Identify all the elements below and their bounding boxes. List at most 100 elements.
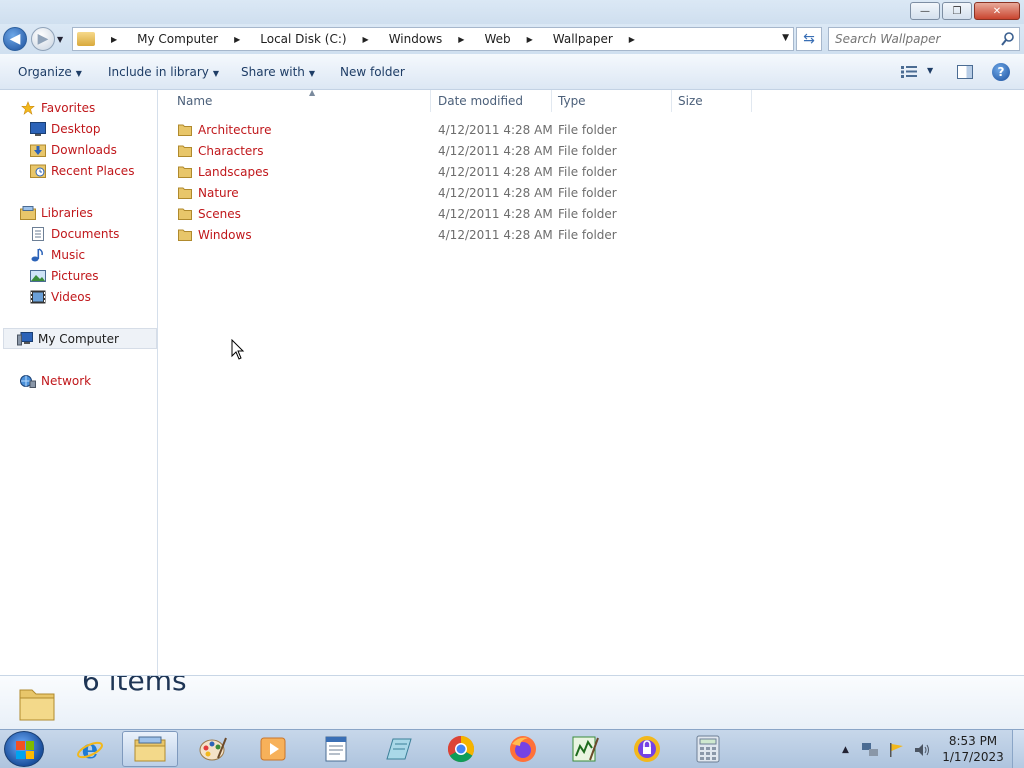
nav-favorites[interactable]: Favorites xyxy=(20,97,95,118)
file-row[interactable]: Scenes 4/12/2011 4:28 AM File folder xyxy=(159,203,859,224)
desktop-icon xyxy=(30,121,46,136)
nav-desktop[interactable]: Desktop xyxy=(30,118,101,139)
windows-logo-icon xyxy=(16,741,34,759)
breadcrumb-arrow-icon[interactable]: ▶ xyxy=(527,35,533,44)
taskbar-notepad[interactable] xyxy=(370,731,426,767)
breadcrumb-arrow-icon[interactable]: ▶ xyxy=(234,35,240,44)
address-bar[interactable]: ▶ My Computer ▶ Local Disk (C:) ▶ Window… xyxy=(72,27,794,51)
taskbar-security-app[interactable] xyxy=(619,731,675,767)
file-date-modified: 4/12/2011 4:28 AM xyxy=(438,122,553,137)
network-status-icon[interactable] xyxy=(861,742,879,758)
breadcrumb-arrow-icon[interactable]: ▶ xyxy=(363,35,369,44)
share-with-menu[interactable]: Share with ▼ xyxy=(241,65,315,79)
change-view-icon[interactable] xyxy=(901,66,917,78)
taskbar-paint[interactable] xyxy=(185,731,241,767)
notepad-icon xyxy=(386,738,412,760)
taskbar-internet-explorer[interactable]: e xyxy=(62,731,118,767)
file-date-modified: 4/12/2011 4:28 AM xyxy=(438,185,553,200)
search-input[interactable] xyxy=(829,28,994,50)
taskbar-spreadsheet-editor[interactable] xyxy=(557,731,613,767)
file-name[interactable]: Nature xyxy=(198,186,239,200)
nav-documents-label: Documents xyxy=(51,226,120,241)
file-date-modified: 4/12/2011 4:28 AM xyxy=(438,227,553,242)
file-type: File folder xyxy=(558,143,617,158)
nav-downloads[interactable]: Downloads xyxy=(30,139,117,160)
clock-time: 8:53 PM xyxy=(948,734,998,748)
nav-music[interactable]: Music xyxy=(30,244,85,265)
refresh-button[interactable]: ⇆ xyxy=(796,27,822,51)
close-button[interactable]: ✕ xyxy=(974,2,1020,20)
file-name[interactable]: Characters xyxy=(198,144,264,158)
column-header-type[interactable]: Type xyxy=(552,90,672,112)
item-count: 6 items xyxy=(82,675,187,697)
organize-menu[interactable]: Organize ▼ xyxy=(18,65,82,79)
breadcrumb-arrow-icon[interactable]: ▶ xyxy=(629,35,635,44)
column-header-size[interactable]: Size xyxy=(672,90,752,112)
internet-explorer-icon: e xyxy=(77,735,103,764)
help-icon[interactable]: ? xyxy=(992,63,1010,81)
nav-recent-places[interactable]: Recent Places xyxy=(30,160,134,181)
breadcrumb-wallpaper[interactable]: Wallpaper xyxy=(553,32,613,46)
start-button[interactable] xyxy=(4,731,44,767)
action-center-flag-icon[interactable] xyxy=(887,742,905,758)
file-date-modified: 4/12/2011 4:28 AM xyxy=(438,143,553,158)
chrome-icon xyxy=(447,735,475,763)
back-button[interactable]: ◀ xyxy=(3,27,27,51)
address-history-dropdown-icon[interactable]: ▼ xyxy=(782,33,789,43)
chevron-down-icon: ▼ xyxy=(212,69,220,78)
include-in-library-menu[interactable]: Include in library ▼ xyxy=(108,65,219,79)
breadcrumb-local-disk[interactable]: Local Disk (C:) xyxy=(260,32,346,46)
taskbar-windows-explorer[interactable] xyxy=(122,731,178,767)
nav-documents[interactable]: Documents xyxy=(30,223,119,244)
preview-pane-icon[interactable] xyxy=(957,65,973,79)
file-row[interactable]: Windows 4/12/2011 4:28 AM File folder xyxy=(159,224,859,245)
breadcrumb-arrow-icon[interactable]: ▶ xyxy=(458,35,464,44)
file-row[interactable]: Landscapes 4/12/2011 4:28 AM File folder xyxy=(159,161,859,182)
minimize-button[interactable]: — xyxy=(910,2,940,20)
taskbar-wordpad[interactable] xyxy=(308,731,364,767)
file-name[interactable]: Architecture xyxy=(198,123,271,137)
breadcrumb-web[interactable]: Web xyxy=(484,32,510,46)
nav-videos[interactable]: Videos xyxy=(30,286,91,307)
show-desktop-button[interactable] xyxy=(1012,730,1024,768)
folder-icon xyxy=(19,689,55,721)
taskbar-calculator[interactable] xyxy=(680,731,736,767)
nav-pictures[interactable]: Pictures xyxy=(30,265,99,286)
column-header-date-modified[interactable]: Date modified xyxy=(432,90,552,112)
nav-network-label: Network xyxy=(41,373,92,388)
folder-icon xyxy=(178,166,192,178)
file-name[interactable]: Scenes xyxy=(198,207,241,221)
volume-icon[interactable] xyxy=(913,742,931,758)
forward-button[interactable]: ▶ xyxy=(31,27,55,51)
nav-network[interactable]: Network xyxy=(20,370,91,391)
nav-favorites-label: Favorites xyxy=(41,100,96,115)
file-name[interactable]: Landscapes xyxy=(198,165,269,179)
file-row[interactable]: Architecture 4/12/2011 4:28 AM File fold… xyxy=(159,119,859,140)
search-box[interactable] xyxy=(828,27,1020,51)
maximize-button[interactable]: ❐ xyxy=(942,2,972,20)
taskbar-firefox[interactable] xyxy=(495,731,551,767)
show-hidden-icons-icon[interactable]: ▲ xyxy=(842,745,849,755)
file-row[interactable]: Nature 4/12/2011 4:28 AM File folder xyxy=(159,182,859,203)
nav-music-label: Music xyxy=(51,247,86,262)
svg-text:e: e xyxy=(82,735,99,764)
nav-my-computer[interactable]: My Computer xyxy=(3,328,157,349)
nav-videos-label: Videos xyxy=(51,289,91,304)
nav-libraries[interactable]: Libraries xyxy=(20,202,93,223)
file-row[interactable]: Characters 4/12/2011 4:28 AM File folder xyxy=(159,140,859,161)
refresh-icon: ⇆ xyxy=(803,31,815,47)
breadcrumb-arrow-icon[interactable]: ▶ xyxy=(111,35,117,44)
breadcrumb-my-computer[interactable]: My Computer xyxy=(137,32,218,46)
media-player-icon xyxy=(260,737,286,761)
file-name[interactable]: Windows xyxy=(198,228,252,242)
breadcrumb-windows[interactable]: Windows xyxy=(389,32,443,46)
new-folder-button[interactable]: New folder xyxy=(340,65,405,79)
taskbar-clock[interactable]: 8:53 PM 1/17/2023 xyxy=(938,733,1008,765)
column-header-name[interactable]: ▲ Name xyxy=(171,88,431,112)
search-icon[interactable] xyxy=(1001,31,1015,47)
recent-pages-dropdown-icon[interactable]: ▼ xyxy=(57,35,63,44)
view-options-dropdown-icon[interactable]: ▼ xyxy=(927,66,933,75)
taskbar-media-player[interactable] xyxy=(245,731,301,767)
taskbar-chrome[interactable] xyxy=(433,731,489,767)
title-bar: — ❐ ✕ xyxy=(0,0,1024,24)
